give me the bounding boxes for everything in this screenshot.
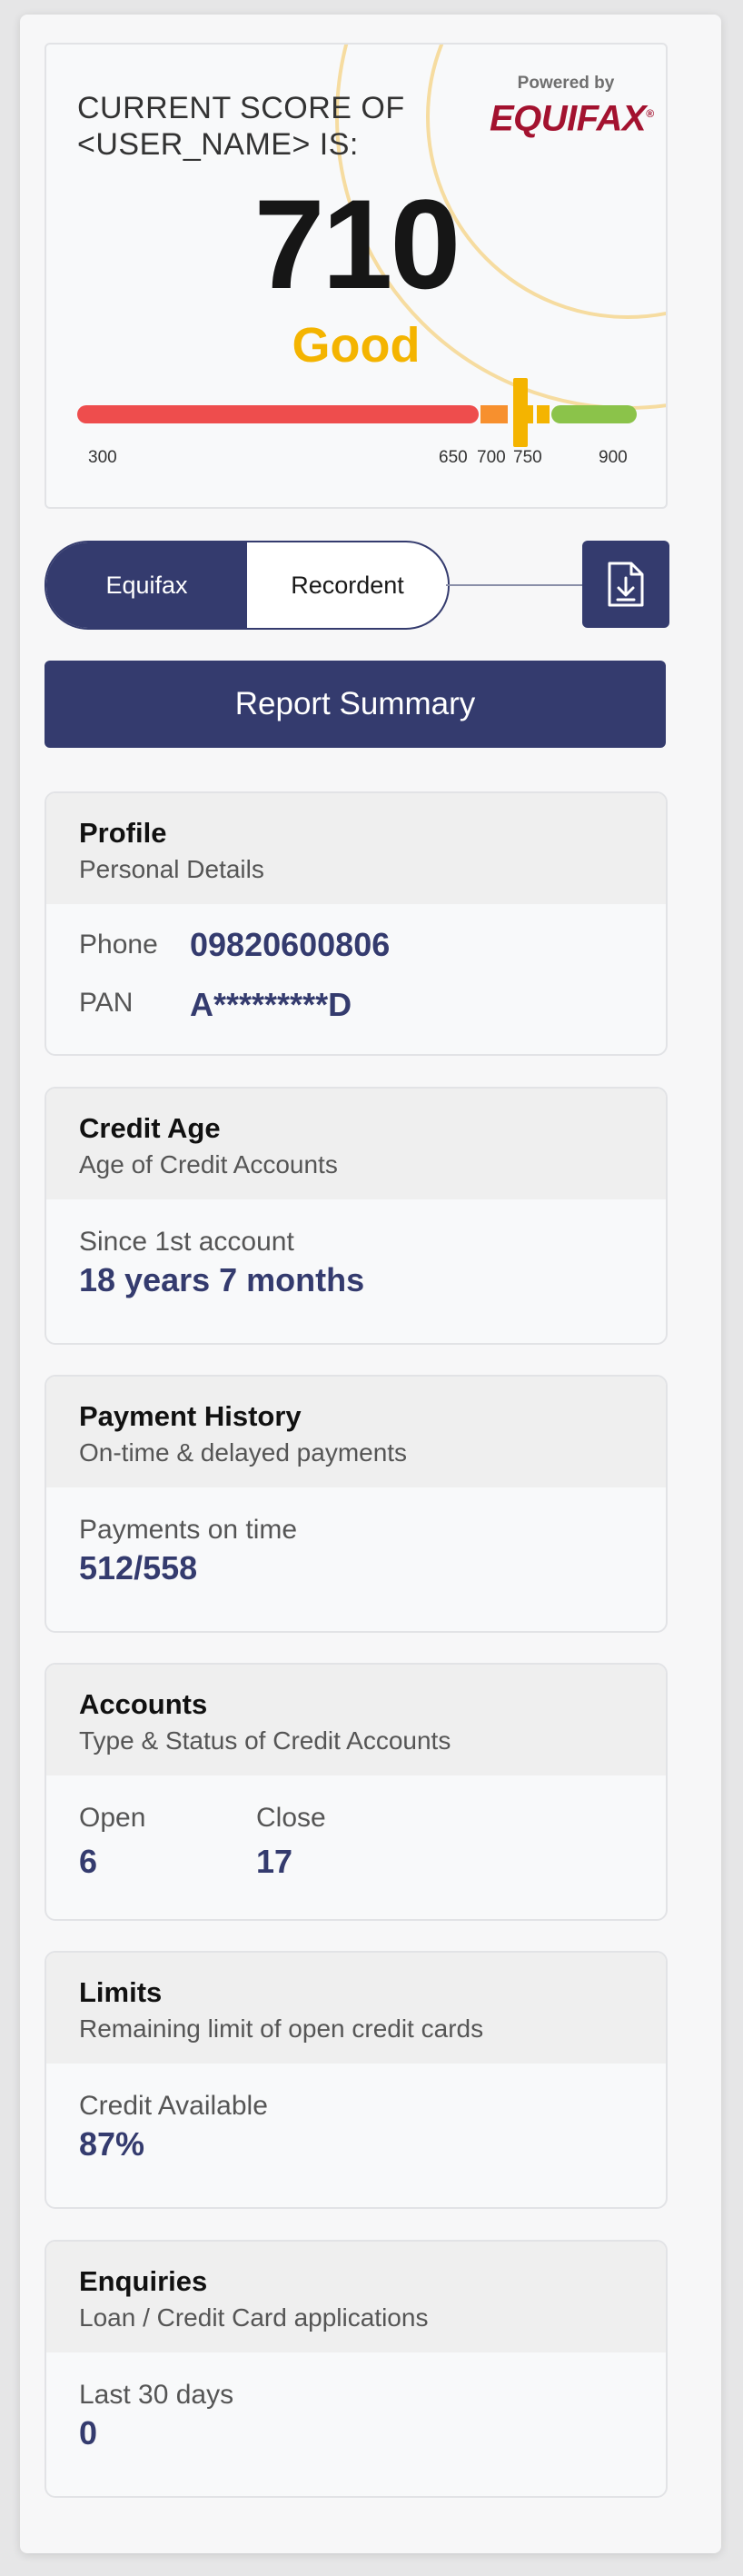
bureau-toggle: Equifax Recordent: [45, 541, 450, 630]
profile-card[interactable]: Profile Personal Details Phone 098206008…: [45, 791, 668, 1056]
score-value: 710: [253, 173, 461, 315]
tab-recordent[interactable]: Recordent: [247, 542, 448, 628]
score-title-line1: CURRENT SCORE OF: [77, 91, 405, 125]
last-30-days-label: Last 30 days: [79, 2380, 234, 2410]
powered-by-logo: Powered by EQUIFAX®: [490, 74, 654, 139]
score-title-line2: <USER_NAME> IS:: [77, 127, 359, 162]
enquiries-subtitle: Loan / Credit Card applications: [79, 2303, 429, 2332]
score-card: CURRENT SCORE OF <USER_NAME> IS: Powered…: [45, 43, 668, 509]
download-file-icon: [608, 562, 644, 607]
open-accounts-label: Open: [79, 1803, 146, 1833]
scale-label-750: 750: [513, 448, 542, 467]
score-title: CURRENT SCORE OF <USER_NAME> IS:: [77, 90, 405, 163]
scale-score-marker: [513, 378, 528, 447]
tab-equifax[interactable]: Equifax: [46, 542, 247, 628]
scale-label-650: 650: [439, 448, 468, 467]
powered-by-label: Powered by: [517, 74, 615, 93]
credit-age-value: 18 years 7 months: [79, 1261, 365, 1298]
scale-label-300: 300: [88, 448, 117, 467]
credit-age-card[interactable]: Credit Age Age of Credit Accounts Since …: [45, 1087, 668, 1345]
credit-age-card-header: Credit Age Age of Credit Accounts: [46, 1089, 666, 1199]
open-accounts-value: 6: [79, 1843, 98, 1880]
accounts-card[interactable]: Accounts Type & Status of Credit Account…: [45, 1663, 668, 1921]
pan-value: A*********D: [190, 986, 352, 1023]
limits-card-header: Limits Remaining limit of open credit ca…: [46, 1953, 666, 2064]
toggle-connector-line: [446, 584, 582, 586]
credit-age-subtitle: Age of Credit Accounts: [79, 1150, 338, 1179]
enquiries-card[interactable]: Enquiries Loan / Credit Card application…: [45, 2240, 668, 2498]
equifax-logo-text: EQUIFAX: [490, 98, 647, 139]
payments-on-time-label: Payments on time: [79, 1515, 298, 1545]
download-report-button[interactable]: [582, 541, 669, 628]
payment-history-card-body: Payments on time 512/558: [46, 1487, 666, 1587]
pan-label: PAN: [79, 988, 134, 1018]
phone-label: Phone: [79, 930, 158, 960]
closed-accounts-label: Close: [256, 1803, 326, 1833]
limits-subtitle: Remaining limit of open credit cards: [79, 2014, 484, 2043]
credit-age-card-body: Since 1st account 18 years 7 months: [46, 1199, 666, 1299]
scale-segment-fair: [480, 405, 508, 423]
payment-history-title: Payment History: [79, 1400, 302, 1432]
enquiries-card-header: Enquiries Loan / Credit Card application…: [46, 2242, 666, 2352]
profile-card-header: Profile Personal Details: [46, 793, 666, 904]
payment-history-card[interactable]: Payment History On-time & delayed paymen…: [45, 1375, 668, 1633]
enquiries-card-body: Last 30 days 0: [46, 2352, 666, 2452]
score-scale-bar: [77, 378, 637, 447]
scale-segment-good-2: [537, 405, 550, 423]
scale-label-900: 900: [599, 448, 628, 467]
credit-age-title: Credit Age: [79, 1112, 221, 1144]
payments-on-time-value: 512/558: [79, 1549, 198, 1586]
payment-history-subtitle: On-time & delayed payments: [79, 1438, 408, 1467]
payment-history-card-header: Payment History On-time & delayed paymen…: [46, 1377, 666, 1487]
credit-available-label: Credit Available: [79, 2091, 268, 2121]
phone-value: 09820600806: [190, 926, 391, 963]
scale-label-700: 700: [477, 448, 506, 467]
accounts-subtitle: Type & Status of Credit Accounts: [79, 1726, 451, 1755]
profile-subtitle: Personal Details: [79, 855, 264, 883]
closed-accounts-value: 17: [256, 1843, 293, 1880]
report-summary-button[interactable]: Report Summary: [45, 661, 666, 748]
enquiries-title: Enquiries: [79, 2265, 208, 2297]
limits-card-body: Credit Available 87%: [46, 2064, 666, 2163]
accounts-card-header: Accounts Type & Status of Credit Account…: [46, 1665, 666, 1775]
last-30-days-value: 0: [79, 2414, 98, 2452]
profile-title: Profile: [79, 817, 167, 849]
credit-age-label: Since 1st account: [79, 1227, 294, 1257]
score-rating: Good: [292, 318, 421, 373]
equifax-logo: EQUIFAX®: [490, 98, 654, 139]
credit-available-value: 87%: [79, 2125, 145, 2163]
limits-card[interactable]: Limits Remaining limit of open credit ca…: [45, 1951, 668, 2209]
limits-title: Limits: [79, 1976, 163, 2008]
accounts-title: Accounts: [79, 1688, 208, 1720]
